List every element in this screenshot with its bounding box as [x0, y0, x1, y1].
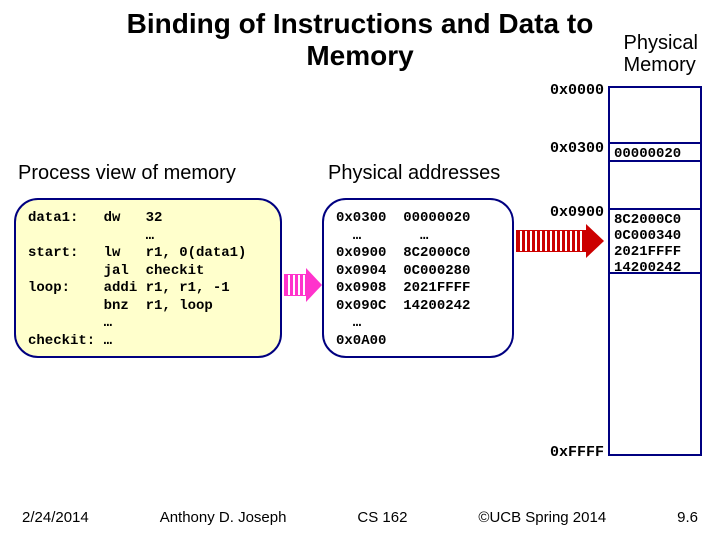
- title-line-1: Binding of Instructions and Data to: [127, 8, 594, 39]
- mem-0900-l1: 8C2000C0: [614, 212, 681, 228]
- footer-copyright: ©UCB Spring 2014: [478, 509, 606, 526]
- addr-label-ffff: 0xFFFF: [550, 444, 604, 461]
- phys-l2: … …: [336, 228, 428, 244]
- mem-cell-0300-val: 00000020: [614, 146, 681, 162]
- addr-label-0300: 0x0300: [550, 140, 604, 157]
- mem-cell-0900: 8C2000C0 0C000340 2021FFFF 14200242: [610, 208, 700, 274]
- physical-memory-box: 00000020 8C2000C0 0C000340 2021FFFF 1420…: [608, 86, 702, 456]
- heading-process-view: Process view of memory: [18, 162, 236, 185]
- phys-l3: 0x0900 8C2000C0: [336, 245, 470, 261]
- physical-memory-label: Physical Memory: [624, 32, 698, 76]
- mem-0900-l3: 2021FFFF: [614, 244, 681, 260]
- phys-l4: 0x0904 0C000280: [336, 263, 470, 279]
- heading-physical-addresses: Physical addresses: [328, 162, 500, 185]
- footer-course: CS 162: [357, 509, 407, 526]
- code-l3: start: lw r1, 0(data1): [28, 245, 246, 261]
- footer-date: 2/24/2014: [22, 509, 89, 526]
- physical-addresses-box: 0x0300 00000020 … … 0x0900 8C2000C0 0x09…: [322, 198, 514, 358]
- phys-mem-l1: Physical: [624, 32, 698, 54]
- arrow-pink-icon: [284, 268, 322, 302]
- slide-footer: 2/24/2014 Anthony D. Joseph CS 162 ©UCB …: [0, 509, 720, 526]
- mem-cell-0300: 00000020: [610, 142, 700, 162]
- code-l6: bnz r1, loop: [28, 298, 213, 314]
- code-l7: …: [28, 315, 112, 331]
- code-l8: checkit: …: [28, 333, 112, 349]
- phys-l1: 0x0300 00000020: [336, 210, 470, 226]
- title-line-2: Memory: [306, 40, 413, 71]
- code-l2: …: [28, 228, 154, 244]
- code-l1: data1: dw 32: [28, 210, 162, 226]
- phys-mem-l2: Memory: [624, 54, 696, 76]
- slide-title: Binding of Instructions and Data to Memo…: [0, 8, 720, 72]
- phys-l7: …: [336, 315, 361, 331]
- mem-0900-l2: 0C000340: [614, 228, 681, 244]
- addr-label-0000: 0x0000: [550, 82, 604, 99]
- code-l4: jal checkit: [28, 263, 204, 279]
- footer-page: 9.6: [677, 509, 698, 526]
- process-code-box: data1: dw 32 … start: lw r1, 0(data1) ja…: [14, 198, 282, 358]
- phys-l5: 0x0908 2021FFFF: [336, 280, 470, 296]
- mem-0900-l4: 14200242: [614, 260, 681, 276]
- phys-l6: 0x090C 14200242: [336, 298, 470, 314]
- code-l5: loop: addi r1, r1, -1: [28, 280, 230, 296]
- addr-label-0900: 0x0900: [550, 204, 604, 221]
- arrow-red-icon: [516, 224, 604, 258]
- footer-author: Anthony D. Joseph: [160, 509, 287, 526]
- phys-l8: 0x0A00: [336, 333, 386, 349]
